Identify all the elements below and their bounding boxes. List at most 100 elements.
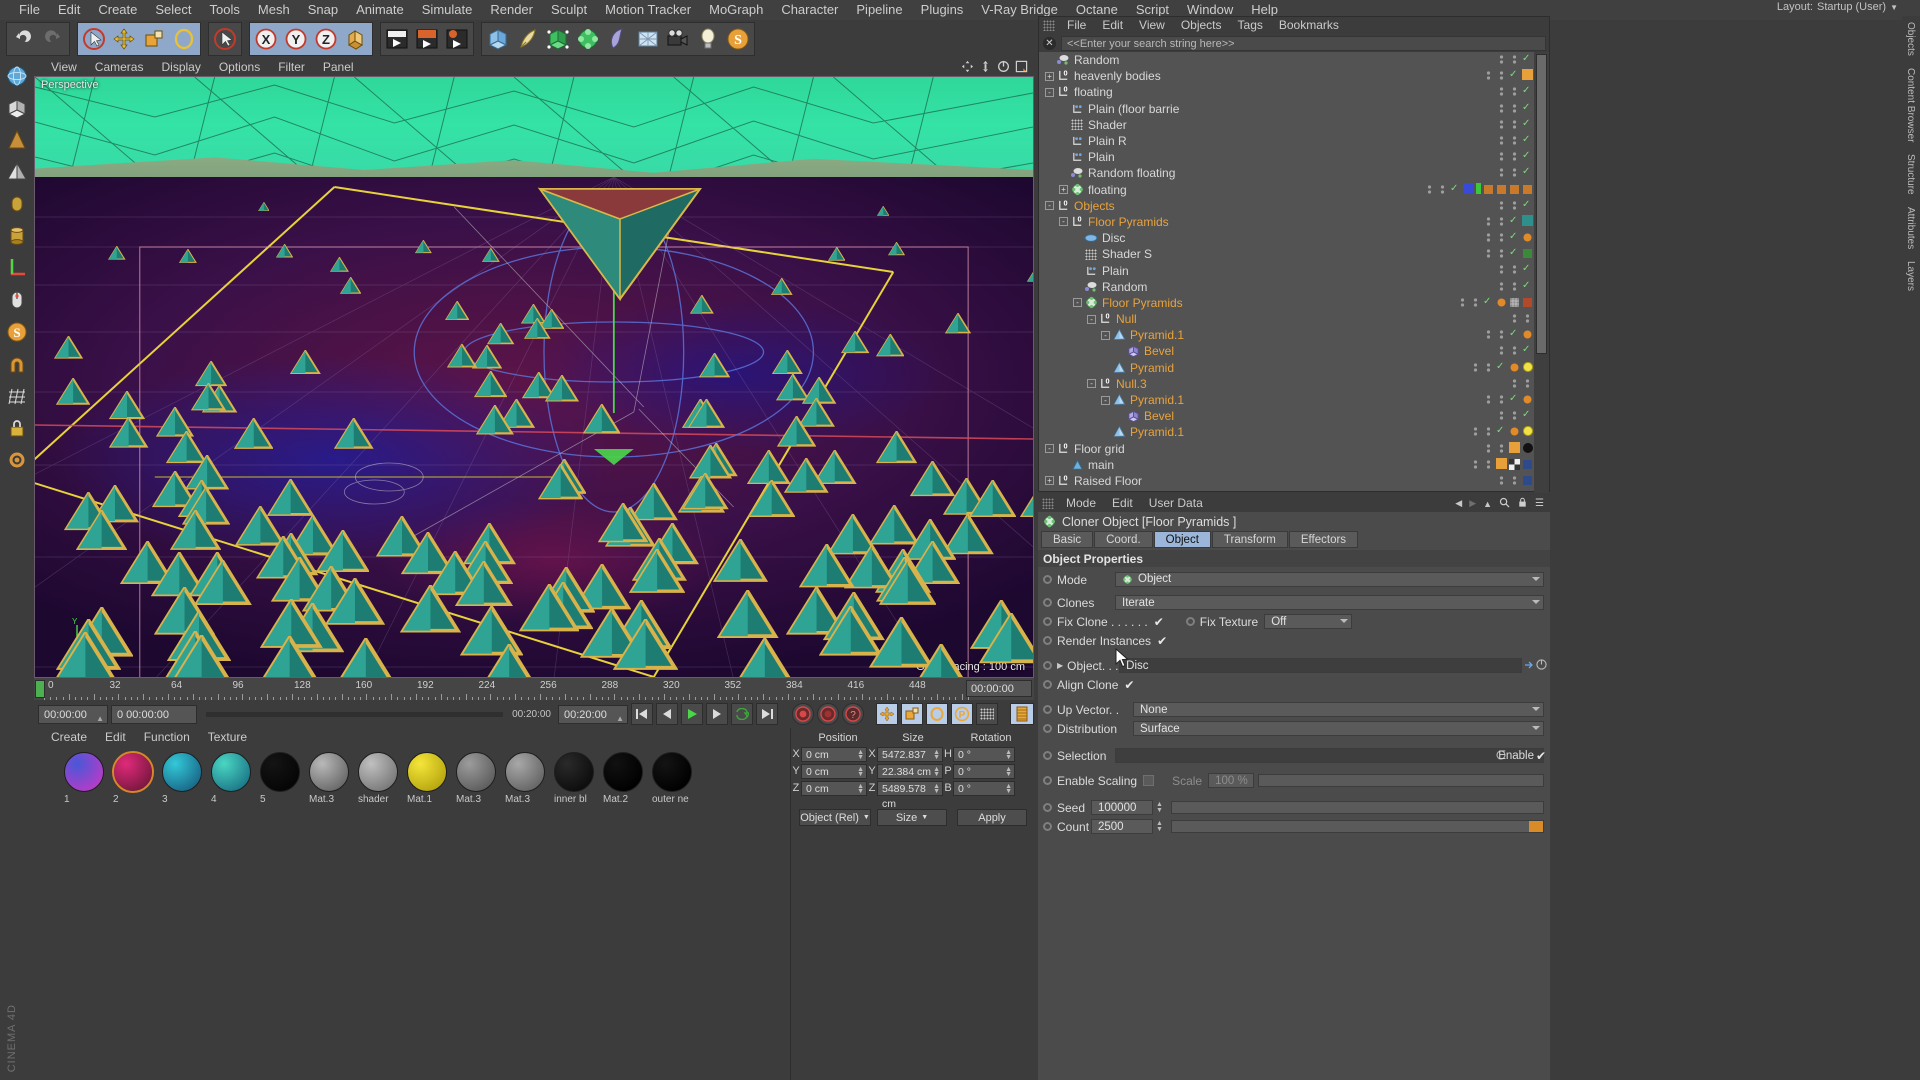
chevron-down-icon-fixtex[interactable] <box>1340 619 1348 623</box>
am-menu-item-mode[interactable]: Mode <box>1058 495 1104 512</box>
viewport-menu-item-panel[interactable]: Panel <box>314 58 363 76</box>
tree-expander-icon[interactable]: + <box>1045 72 1054 81</box>
visibility-dot-icon[interactable] <box>1509 199 1520 210</box>
seed-slider[interactable] <box>1171 801 1544 814</box>
object-anim-dot[interactable] <box>1043 661 1052 670</box>
menu-item-mesh[interactable]: Mesh <box>249 0 299 20</box>
object-tree-row[interactable]: +floating✓ <box>1039 182 1535 198</box>
viewport-menu-item-options[interactable]: Options <box>210 58 269 76</box>
material-item[interactable]: Mat.3 <box>456 752 496 805</box>
tree-expander-icon[interactable]: - <box>1045 444 1054 453</box>
fixtexture-anim-dot[interactable] <box>1186 617 1195 626</box>
material-menu-item-create[interactable]: Create <box>42 728 96 746</box>
visibility-dot-icon[interactable] <box>1457 296 1468 307</box>
rotation-field[interactable]: 0 °▲▼ <box>953 781 1015 796</box>
rotate-view-icon[interactable] <box>997 60 1010 76</box>
distribution-dropdown[interactable]: Surface <box>1133 721 1544 736</box>
visibility-dot-icon[interactable] <box>1509 118 1520 129</box>
enable-checkbox[interactable]: ✔ <box>1536 749 1546 763</box>
right-tab-content-browser[interactable]: Content Browser <box>1902 62 1919 148</box>
size-field[interactable]: 5472.837 cm▲▼ <box>877 747 943 762</box>
object-tree-row[interactable]: Shader S✓ <box>1039 246 1535 262</box>
clones-dropdown[interactable]: Iterate <box>1115 595 1544 610</box>
selection-field[interactable] <box>1115 748 1544 763</box>
fix-clone-checkbox[interactable]: ✔ <box>1154 615 1164 629</box>
viewport-menu-item-filter[interactable]: Filter <box>269 58 314 76</box>
object-tree-row[interactable]: main <box>1039 457 1535 473</box>
uv-sphere-icon[interactable] <box>2 60 32 92</box>
restriction-tag-icon[interactable] <box>1522 393 1533 404</box>
visibility-dot-icon[interactable] <box>1522 377 1533 388</box>
prop-selection[interactable]: Selection Enable ✔ <box>1038 746 1550 765</box>
visibility-dot-icon[interactable] <box>1496 53 1507 64</box>
enabled-check-icon[interactable]: ✓ <box>1509 69 1520 80</box>
material-swatch[interactable] <box>407 752 447 792</box>
tree-expander-icon[interactable]: - <box>1087 315 1096 324</box>
scale-field[interactable]: 100 % <box>1208 773 1254 788</box>
tree-expander-icon[interactable]: - <box>1073 298 1082 307</box>
material-menu-item-function[interactable]: Function <box>135 728 199 746</box>
enabled-check-icon[interactable]: ✓ <box>1509 393 1520 404</box>
restriction-tag-icon[interactable] <box>1496 296 1507 307</box>
visibility-dot-icon[interactable] <box>1509 474 1520 485</box>
object-search-input[interactable]: <<Enter your search string here>> <box>1061 36 1546 51</box>
am-menu-item-edit[interactable]: Edit <box>1104 495 1141 512</box>
green-tag-icon[interactable] <box>1476 183 1481 194</box>
enabled-check-icon[interactable]: ✓ <box>1522 199 1533 210</box>
menu-item-create[interactable]: Create <box>89 0 146 20</box>
material-item[interactable]: 1 <box>64 752 104 805</box>
panel-grip-icon[interactable] <box>1043 20 1055 31</box>
visibility-dot-icon[interactable] <box>1470 361 1481 372</box>
material-swatch[interactable] <box>211 752 251 792</box>
right-tab-structure[interactable]: Structure <box>1902 148 1919 201</box>
right-tab-objects[interactable]: Objects <box>1902 16 1919 62</box>
maximize-view-icon[interactable] <box>1015 60 1028 76</box>
object-tree-row[interactable]: Disc✓ <box>1039 230 1535 246</box>
dark-material-tag-icon[interactable] <box>1522 442 1533 453</box>
visibility-dot-icon[interactable] <box>1509 102 1520 113</box>
menu-item-animate[interactable]: Animate <box>347 0 413 20</box>
object-tree-row[interactable]: -Pyramid.1✓ <box>1039 392 1535 408</box>
nav-forward-icon[interactable]: ▶ <box>1469 498 1476 509</box>
magnet-icon[interactable] <box>2 348 32 380</box>
object-tree-row[interactable]: -Floor Pyramids✓ <box>1039 295 1535 311</box>
enabled-check-icon[interactable]: ✓ <box>1522 102 1533 113</box>
enabled-check-icon[interactable]: ✓ <box>1509 231 1520 242</box>
am-menu-item-user-data[interactable]: User Data <box>1141 495 1211 512</box>
material-swatch[interactable] <box>162 752 202 792</box>
blue-tag-icon[interactable] <box>1522 458 1533 469</box>
visibility-dot-icon[interactable] <box>1496 247 1507 258</box>
distribution-anim-dot[interactable] <box>1043 724 1052 733</box>
object-tree-row[interactable]: Bevel✓ <box>1039 408 1535 424</box>
prop-enable-scaling[interactable]: Enable Scaling Scale 100 % <box>1038 771 1550 790</box>
visibility-dot-icon[interactable] <box>1509 150 1520 161</box>
prop-count[interactable]: Count 2500 ▲▼ <box>1038 817 1550 836</box>
timeline-ruler[interactable]: 0326496128160192224256288320352384416448… <box>34 678 1034 700</box>
visibility-dot-icon[interactable] <box>1496 150 1507 161</box>
material-swatch[interactable] <box>358 752 398 792</box>
visibility-dot-icon[interactable] <box>1483 247 1494 258</box>
om-menu-item-edit[interactable]: Edit <box>1094 17 1131 34</box>
visibility-dot-icon[interactable] <box>1483 458 1494 469</box>
material-item[interactable]: outer ne <box>652 752 692 805</box>
menu-item-character[interactable]: Character <box>772 0 847 20</box>
viewport-menu-item-view[interactable]: View <box>42 58 86 76</box>
object-tree[interactable]: Random✓+0heavenly bodies✓-0floating✓Plai… <box>1039 52 1535 493</box>
keyframe-selection-icon[interactable]: ? <box>842 703 864 725</box>
object-tree-row[interactable]: Random floating✓ <box>1039 165 1535 181</box>
menu-item-mograph[interactable]: MoGraph <box>700 0 772 20</box>
mode-anim-dot[interactable] <box>1043 575 1052 584</box>
misc-tag-icon[interactable] <box>1496 183 1507 194</box>
visibility-dot-icon[interactable] <box>1483 442 1494 453</box>
object-tree-row[interactable]: Bevel✓ <box>1039 343 1535 359</box>
visibility-dot-icon[interactable] <box>1470 425 1481 436</box>
object-tree-row[interactable]: Plain R✓ <box>1039 133 1535 149</box>
material-item[interactable]: 4 <box>211 752 251 805</box>
light-icon[interactable] <box>693 24 723 54</box>
red-tag-icon[interactable] <box>1522 296 1533 307</box>
render-settings-icon[interactable] <box>442 24 472 54</box>
expand-arrow-icon[interactable]: ▶ <box>1057 661 1063 670</box>
count-spinner-icon[interactable]: ▲▼ <box>1156 821 1163 833</box>
attr-tab-effectors[interactable]: Effectors <box>1289 531 1358 548</box>
step-forward-icon[interactable] <box>706 703 728 725</box>
